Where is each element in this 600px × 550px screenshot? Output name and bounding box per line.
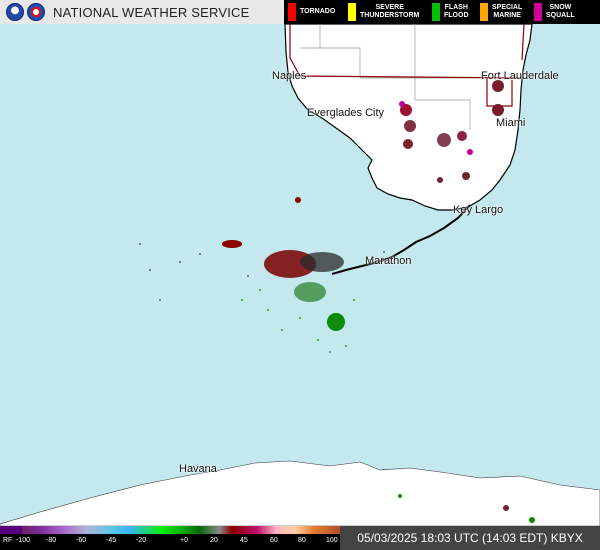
reflectivity-scale: RF -100 -80 -60 -45 -20 +0 20 45 60 80 1… <box>0 526 340 550</box>
scale-tick: -20 <box>136 537 147 544</box>
scale-tick: +0 <box>180 537 188 544</box>
radar-map[interactable] <box>0 24 600 526</box>
warning-legend: TORNADO SEVERE THUNDERSTORM FLASH FLOOD … <box>284 0 600 24</box>
legend-item-special-marine: SPECIAL MARINE <box>476 0 530 24</box>
legend-item-severe-thunderstorm: SEVERE THUNDERSTORM <box>344 0 428 24</box>
scale-tick: 60 <box>270 537 278 544</box>
legend-label-severe-thunderstorm: SEVERE THUNDERSTORM <box>360 4 420 19</box>
city-label-havana: Havana <box>179 463 217 475</box>
scale-tick: 20 <box>210 537 218 544</box>
legend-swatch-flash-flood <box>432 3 440 21</box>
scale-tick: -80 <box>46 537 57 544</box>
scale-tick: -60 <box>76 537 87 544</box>
scale-tick: -45 <box>106 537 117 544</box>
legend-swatch-special-marine <box>480 3 488 21</box>
legend-label-tornado: TORNADO <box>300 8 336 15</box>
city-label-fort-lauderdale: Fort Lauderdale <box>481 70 559 82</box>
cuba-coast <box>0 460 600 526</box>
reflectivity-color-bar <box>22 526 340 534</box>
header-bar: NATIONAL WEATHER SERVICE TORNADO SEVERE … <box>0 0 600 24</box>
city-label-naples: Naples <box>272 70 307 82</box>
scale-tick: 100 <box>326 537 338 544</box>
rf-swatch <box>0 526 22 534</box>
page-title: NATIONAL WEATHER SERVICE <box>53 4 250 20</box>
scale-ticks: RF -100 -80 -60 -45 -20 +0 20 45 60 80 1… <box>0 537 340 549</box>
scale-tick: 45 <box>240 537 248 544</box>
scale-label-rf: RF <box>3 537 13 544</box>
footer-bar: RF -100 -80 -60 -45 -20 +0 20 45 60 80 1… <box>0 526 600 550</box>
legend-label-flash-flood: FLASH FLOOD <box>444 4 469 19</box>
legend-label-snow-squall: SNOW SQUALL <box>546 4 575 19</box>
city-label-key-largo: Key Largo <box>453 204 504 216</box>
nws-logo-icon <box>27 3 45 21</box>
radar-speckles-dark <box>139 243 385 301</box>
legend-item-flash-flood: FLASH FLOOD <box>428 0 476 24</box>
legend-item-tornado: TORNADO <box>284 0 344 24</box>
noaa-logo-icon <box>6 3 24 21</box>
legend-swatch-snow-squall <box>534 3 542 21</box>
city-label-everglades-city: Everglades City <box>307 107 385 119</box>
city-label-miami: Miami <box>496 117 526 129</box>
scale-tick: -100 <box>16 537 31 544</box>
brand-area: NATIONAL WEATHER SERVICE <box>0 0 284 24</box>
scale-tick: 80 <box>298 537 306 544</box>
legend-swatch-severe-thunderstorm <box>348 3 356 21</box>
legend-label-special-marine: SPECIAL MARINE <box>492 4 523 19</box>
city-label-marathon: Marathon <box>365 255 412 267</box>
timestamp: 05/03/2025 18:03 UTC (14:03 EDT) KBYX <box>340 526 600 550</box>
legend-swatch-tornado <box>288 3 296 21</box>
legend-item-snow-squall: SNOW SQUALL <box>530 0 584 24</box>
